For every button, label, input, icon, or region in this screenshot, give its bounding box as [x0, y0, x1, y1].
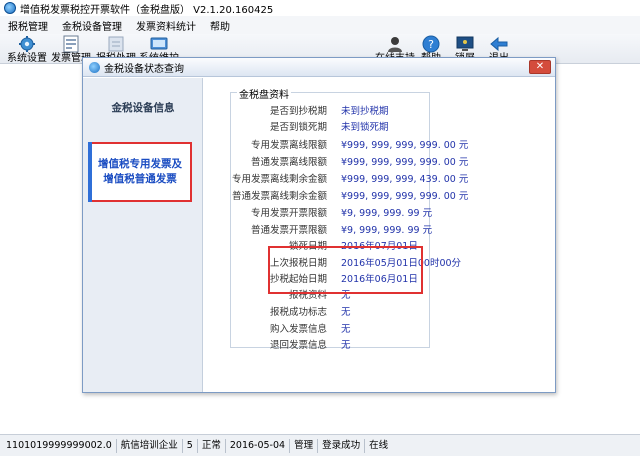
status-role: 管理 [290, 438, 319, 453]
info-value: 未到锁死期 [341, 122, 389, 133]
status-code: 5 [183, 438, 198, 453]
device-status-dialog: 金税设备状态查询 ✕ 金税设备信息 增值税专用发票及增值税普通发票 金税盘资料 … [82, 57, 556, 393]
info-label: 购入发票信息 [269, 324, 327, 335]
info-row: 是否到锁死期 未到锁死期 [83, 119, 483, 134]
system-settings-label: 系统设置 [7, 53, 47, 64]
dialog-titlebar: 金税设备状态查询 ✕ [83, 58, 555, 77]
info-value: ¥999, 999, 999, 999. 00 元 [341, 191, 469, 202]
monitor-lock-icon [456, 36, 474, 51]
info-row: 普通发票离线限额 ¥999, 999, 999, 999. 00 元 [83, 154, 483, 169]
info-label: 退回发票信息 [269, 340, 327, 351]
dialog-app-icon [89, 61, 100, 73]
app-logo-icon [4, 2, 16, 14]
info-label: 专用发票离线限额 [250, 140, 327, 151]
menu-tax-report[interactable]: 报税管理 [8, 18, 48, 33]
info-value: 无 [341, 324, 351, 335]
info-row: 普通发票离线剩余金额 ¥999, 999, 999, 999. 00 元 [83, 188, 483, 203]
info-row: 专用发票离线剩余金额 ¥999, 999, 999, 439. 00 元 [83, 171, 483, 186]
info-row: 报税成功标志 无 [83, 304, 483, 319]
status-company: 航信培训企业 [117, 438, 183, 453]
info-label: 普通发票离线限额 [250, 157, 327, 168]
help-icon: ? [422, 35, 440, 53]
info-row: 是否到抄税期 未到抄税期 [83, 103, 483, 118]
info-label: 是否到抄税期 [269, 106, 327, 117]
window-titlebar: 增值税发票税控开票软件（金税盘版） V2.1.20.160425 [0, 0, 640, 16]
status-login: 登录成功 [318, 438, 366, 453]
info-row: 购入发票信息 无 [83, 321, 483, 336]
maintenance-icon [150, 37, 168, 50]
info-value: ¥9, 999, 999. 99 元 [341, 208, 433, 219]
support-person-icon [388, 37, 402, 52]
highlight-box [268, 246, 423, 294]
dialog-title: 金税设备状态查询 [104, 63, 184, 75]
menu-bar: 报税管理 金税设备管理 发票资料统计 帮助 [0, 16, 640, 34]
info-row: 专用发票离线限额 ¥999, 999, 999, 999. 00 元 [83, 137, 483, 152]
info-value: ¥999, 999, 999, 999. 00 元 [341, 157, 469, 168]
menu-help[interactable]: 帮助 [210, 18, 230, 33]
invoice-icon [63, 35, 79, 53]
status-bar: 1101019999999002.0 航信培训企业 5 正常 2016-05-0… [0, 434, 640, 456]
status-tax-number: 1101019999999002.0 [2, 438, 117, 453]
info-row: 普通发票开票限额 ¥9, 999, 999. 99 元 [83, 222, 483, 237]
info-label: 报税成功标志 [269, 307, 327, 318]
info-value: ¥999, 999, 999, 439. 00 元 [341, 174, 469, 185]
info-label: 普通发票开票限额 [250, 225, 327, 236]
info-value: 未到抄税期 [341, 106, 389, 117]
info-row: 专用发票开票限额 ¥9, 999, 999. 99 元 [83, 205, 483, 220]
close-icon[interactable]: ✕ [529, 60, 551, 74]
gear-icon [19, 36, 35, 52]
status-date: 2016-05-04 [226, 438, 291, 453]
tax-report-icon [108, 36, 124, 52]
info-value: 无 [341, 307, 351, 318]
menu-device-management[interactable]: 金税设备管理 [62, 18, 122, 33]
info-value: ¥9, 999, 999. 99 元 [341, 225, 433, 236]
group-title: 金税盘资料 [237, 86, 291, 101]
window-title: 增值税发票税控开票软件（金税盘版） V2.1.20.160425 [20, 4, 274, 16]
menu-invoice-statistics[interactable]: 发票资料统计 [136, 18, 196, 33]
svg-text:?: ? [428, 38, 434, 51]
info-row: 退回发票信息 无 [83, 337, 483, 352]
system-settings-button[interactable]: 系统设置 [4, 34, 50, 64]
info-value: 无 [341, 340, 351, 351]
info-value: ¥999, 999, 999, 999. 00 元 [341, 140, 469, 151]
info-label: 是否到锁死期 [269, 122, 327, 133]
info-label: 专用发票离线剩余金额 [231, 174, 327, 185]
status-state: 正常 [198, 438, 226, 453]
status-online: 在线 [369, 439, 389, 451]
info-label: 专用发票开票限额 [250, 208, 327, 219]
back-arrow-icon [490, 36, 508, 52]
info-label: 普通发票离线剩余金额 [231, 191, 327, 202]
